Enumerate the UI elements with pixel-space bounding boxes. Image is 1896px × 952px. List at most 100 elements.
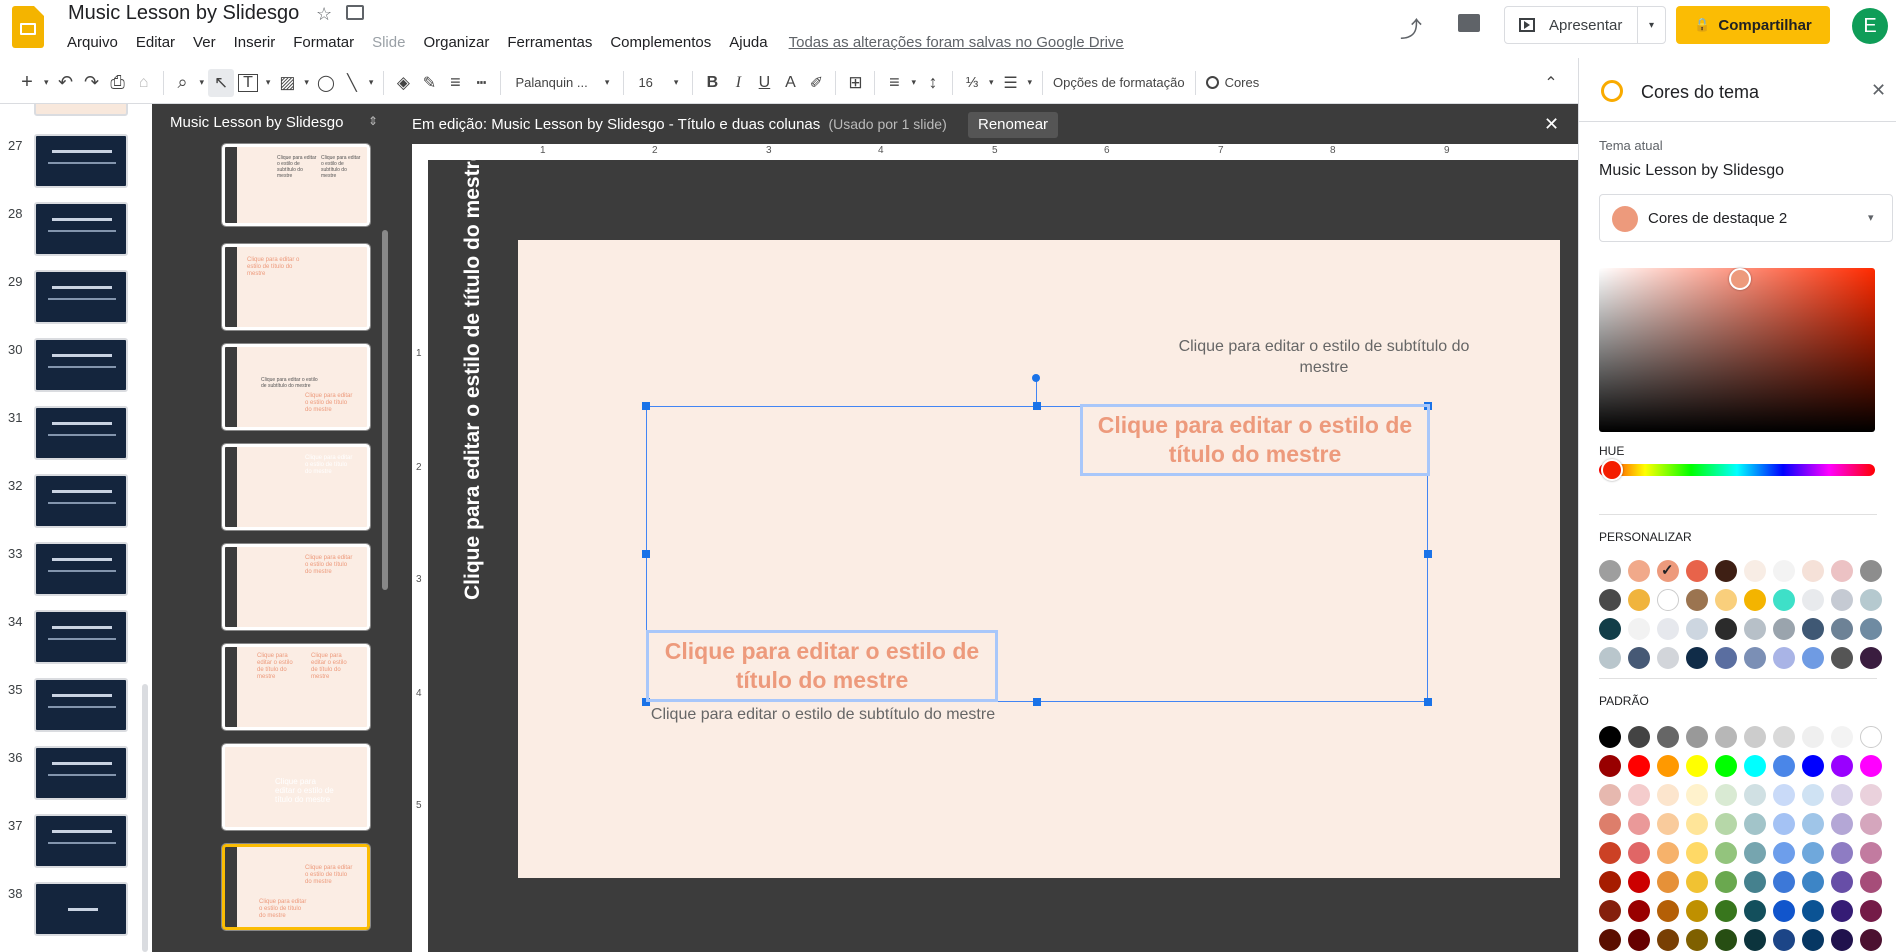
color-swatch[interactable] [1831,647,1853,669]
highlight-color-button[interactable]: ✐ [803,69,829,97]
color-swatch[interactable] [1802,871,1824,893]
color-swatch[interactable] [1599,589,1621,611]
slide-thumbnail-row[interactable]: 32 [0,474,152,536]
color-swatch[interactable] [1802,589,1824,611]
color-swatch[interactable] [1802,929,1824,951]
slide-thumbnail-row[interactable]: 37 [0,814,152,876]
numbered-list-chevron-icon[interactable]: ▾ [985,69,998,97]
redo-button[interactable]: ↷ [79,69,105,97]
color-swatch[interactable] [1628,842,1650,864]
color-swatch[interactable] [1831,900,1853,922]
fill-color-button[interactable]: ◈ [390,69,416,97]
slide-thumbnail[interactable] [34,474,128,528]
color-swatch[interactable] [1831,618,1853,640]
slide-thumbnail[interactable] [34,104,128,116]
title-placeholder-right[interactable]: Clique para editar o estilo de título do… [1080,404,1430,476]
color-swatch[interactable] [1686,813,1708,835]
line-button[interactable]: ╲ [339,69,365,97]
numbered-list-button[interactable]: ⅓ [959,69,985,97]
color-swatch[interactable] [1744,900,1766,922]
color-swatch[interactable] [1831,755,1853,777]
color-swatch[interactable] [1715,589,1737,611]
color-swatch[interactable] [1744,589,1766,611]
color-swatch[interactable] [1860,784,1882,806]
slide-thumbnail[interactable] [34,134,128,188]
color-swatch[interactable] [1715,726,1737,748]
border-weight-button[interactable]: ≡ [442,69,468,97]
slide-canvas[interactable]: Clique para editar o estilo de subtítulo… [518,240,1560,878]
color-swatch[interactable] [1744,618,1766,640]
color-swatch[interactable] [1715,900,1737,922]
menu-editar[interactable]: Editar [127,34,184,51]
color-swatch[interactable] [1860,813,1882,835]
color-swatch[interactable] [1773,784,1795,806]
slide-thumbnail[interactable] [34,542,128,596]
shape-button[interactable]: ◯ [313,69,339,97]
activity-trend-icon[interactable]: ⤴ [1400,12,1422,44]
color-swatch[interactable] [1686,755,1708,777]
text-color-button[interactable]: A [777,69,803,97]
color-swatch[interactable] [1599,842,1621,864]
share-button[interactable]: 🔒 Compartilhar [1676,6,1830,44]
color-swatch[interactable] [1802,560,1824,582]
new-slide-button[interactable]: + [14,69,40,97]
saturation-picker-knob[interactable] [1729,268,1751,290]
hue-slider[interactable] [1599,459,1875,481]
color-swatch[interactable] [1802,726,1824,748]
slide-thumbnail-row[interactable]: 28 [0,202,152,264]
resize-handle[interactable] [642,550,650,558]
line-spacing-button[interactable]: ↕ [920,69,946,97]
layout-thumbnail-selected[interactable]: Clique para editar o estilo de título do… [221,843,371,931]
undo-button[interactable]: ↶ [53,69,79,97]
print-button[interactable]: ⎙ [105,69,131,97]
color-swatch[interactable] [1686,784,1708,806]
vertical-title-placeholder[interactable]: Clique para editar o estilo de título do… [430,150,516,600]
slide-thumbnail[interactable] [34,814,128,868]
color-swatch[interactable] [1715,647,1737,669]
slide-thumbnail[interactable] [34,882,128,936]
color-swatch[interactable] [1628,784,1650,806]
color-swatch[interactable] [1628,647,1650,669]
document-title[interactable]: Music Lesson by Slidesgo [68,2,299,25]
bullet-list-button[interactable]: ☰ [998,69,1024,97]
menu-ferramentas[interactable]: Ferramentas [498,34,601,51]
layout-thumbnail[interactable]: Clique para editar o estilo de título do… [221,643,371,731]
color-swatch[interactable] [1686,647,1708,669]
layout-list-scrollbar[interactable] [382,230,388,590]
color-swatch[interactable] [1657,871,1679,893]
font-size-select[interactable]: 16 ▾ [630,69,686,97]
rename-button[interactable]: Renomear [968,112,1059,138]
color-swatch[interactable] [1773,900,1795,922]
color-swatch[interactable] [1831,871,1853,893]
color-swatch[interactable] [1860,618,1882,640]
menu-organizar[interactable]: Organizar [414,34,498,51]
color-swatch[interactable] [1744,726,1766,748]
color-swatch[interactable] [1831,813,1853,835]
color-swatch[interactable] [1802,900,1824,922]
slide-thumbnail-row[interactable]: 29 [0,270,152,332]
color-swatch[interactable] [1657,900,1679,922]
color-swatch[interactable] [1686,726,1708,748]
color-swatch[interactable] [1802,842,1824,864]
menu-arquivo[interactable]: Arquivo [58,34,127,51]
color-swatch[interactable] [1657,755,1679,777]
color-swatch[interactable] [1773,647,1795,669]
resize-handle[interactable] [1424,698,1432,706]
font-family-select[interactable]: Palanquin ... ▾ [507,69,617,97]
menu-ajuda[interactable]: Ajuda [720,34,776,51]
menu-ver[interactable]: Ver [184,34,225,51]
color-swatch[interactable] [1657,784,1679,806]
color-swatch[interactable] [1686,900,1708,922]
align-button[interactable]: ≡ [881,69,907,97]
color-swatch[interactable] [1628,560,1650,582]
resize-handle[interactable] [1033,698,1041,706]
color-swatch[interactable] [1744,755,1766,777]
color-swatch[interactable] [1831,784,1853,806]
layout-thumbnail[interactable]: Clique para editar o estilo de título do… [221,543,371,631]
layout-thumbnail[interactable]: Clique para editar o estilo de subtítulo… [221,343,371,431]
filmstrip-scrollbar[interactable] [142,684,148,952]
color-swatch[interactable] [1831,560,1853,582]
color-swatch[interactable] [1744,813,1766,835]
text-box-button[interactable]: T [238,73,258,92]
zoom-button[interactable]: ⌕ [170,69,196,97]
